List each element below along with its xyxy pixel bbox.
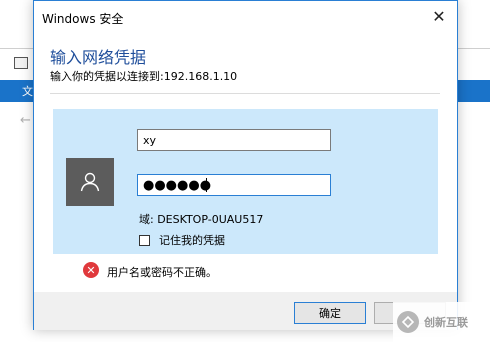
watermark-text: 创新互联: [424, 316, 468, 329]
domain-label: 域: DESKTOP-0UAU517: [139, 213, 264, 226]
credential-panel: 域: DESKTOP-0UAU517 记住我的凭据: [53, 109, 438, 254]
error-icon: ✕: [83, 262, 99, 278]
ok-button[interactable]: 确定: [294, 302, 366, 324]
back-arrow-icon[interactable]: ←: [20, 113, 31, 128]
credential-dialog: Windows 安全 ✕ 输入网络凭据 输入你的凭据以连接到:192.168.1…: [33, 0, 458, 330]
dialog-titlebar: Windows 安全 ✕: [34, 1, 457, 31]
ribbon-file-tab[interactable]: 文: [22, 83, 33, 99]
remember-label: 记住我的凭据: [159, 234, 225, 247]
dialog-title: Windows 安全: [42, 12, 124, 26]
close-icon[interactable]: ✕: [421, 1, 457, 31]
remember-checkbox[interactable]: [139, 234, 150, 246]
error-message: 用户名或密码不正确。: [107, 266, 217, 279]
watermark: 创新互联: [393, 302, 490, 342]
remember-credentials[interactable]: 记住我的凭据: [139, 232, 225, 248]
dialog-subtext: 输入你的凭据以连接到:192.168.1.10: [50, 70, 238, 83]
text-cursor: [206, 178, 207, 192]
watermark-logo-icon: [397, 311, 419, 333]
user-avatar-icon: [66, 158, 114, 206]
user-silhouette-icon: [80, 172, 100, 192]
password-field[interactable]: [137, 174, 331, 196]
username-field[interactable]: [137, 129, 331, 151]
explorer-window-icon: [14, 57, 28, 69]
divider: [50, 93, 440, 94]
dialog-heading: 输入网络凭据: [50, 48, 147, 67]
